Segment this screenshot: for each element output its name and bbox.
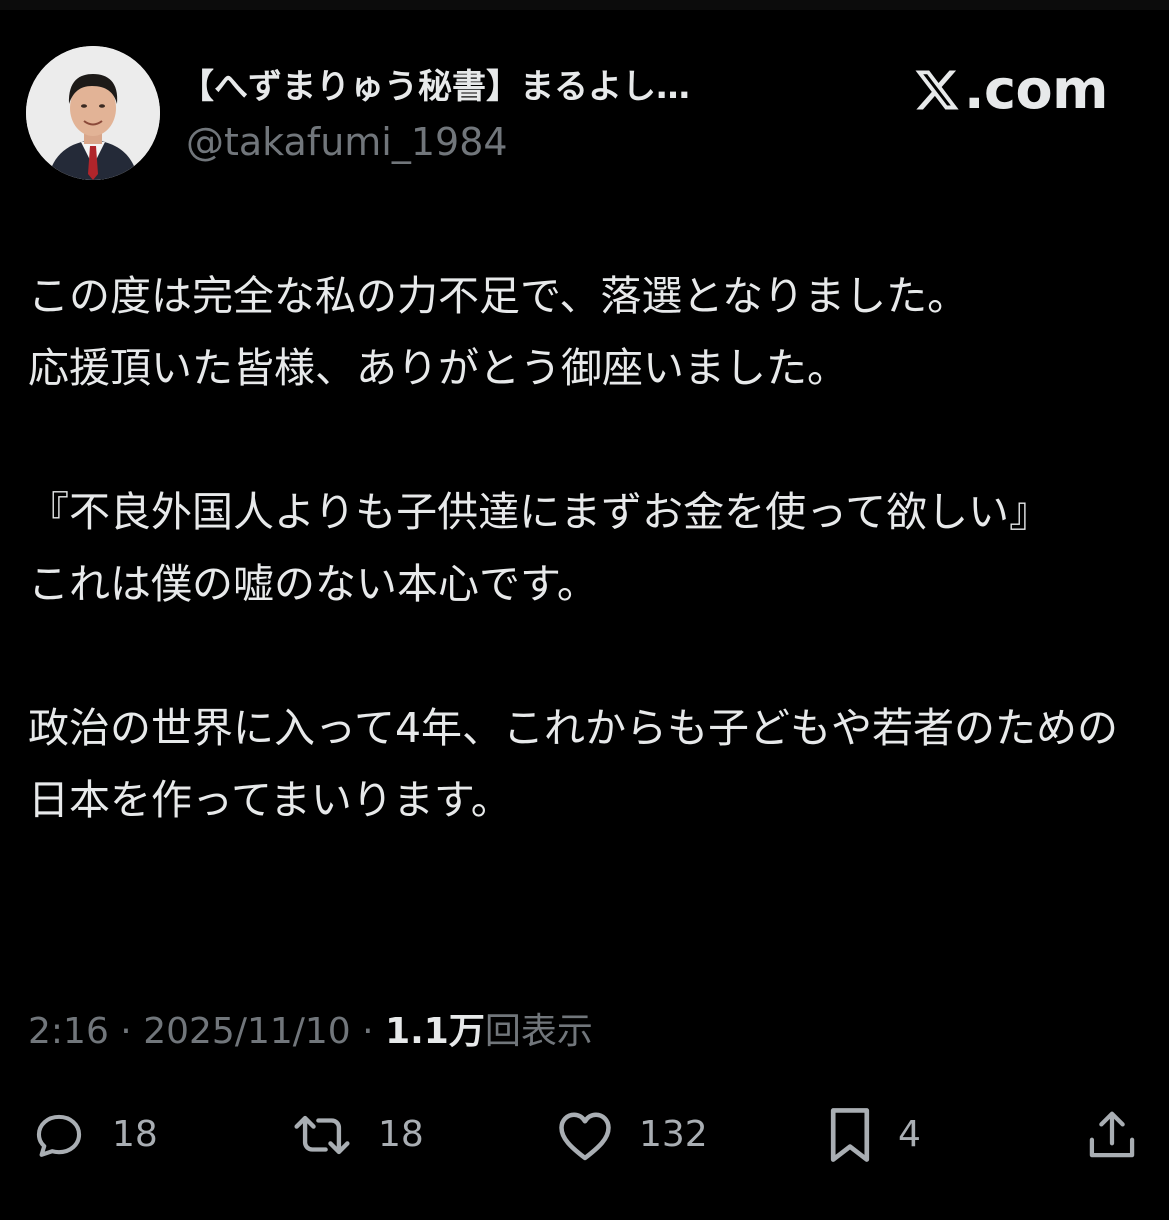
reply-count: 18 bbox=[112, 1114, 158, 1155]
share-button[interactable] bbox=[1086, 1100, 1138, 1170]
meta-separator: · bbox=[120, 1011, 132, 1052]
display-name[interactable]: 【へずまりゅう秘書】まるよし… bbox=[180, 62, 820, 112]
reply-button[interactable]: 18 bbox=[30, 1100, 158, 1170]
tweet-body: この度は完全な私の力不足で、落選となりました。 応援頂いた皆様、ありがとう御座い… bbox=[28, 260, 1143, 836]
avatar-image bbox=[26, 46, 160, 180]
like-button[interactable]: 132 bbox=[555, 1100, 708, 1170]
bookmark-count: 4 bbox=[898, 1114, 921, 1155]
like-count: 132 bbox=[639, 1114, 708, 1155]
tweet-paragraph: 『不良外国人よりも子供達にまずお金を使って欲しい』 これは僕の嘘のない本心です。 bbox=[28, 488, 1051, 608]
avatar[interactable] bbox=[26, 46, 160, 180]
like-icon bbox=[559, 1112, 611, 1161]
top-divider bbox=[0, 0, 1169, 10]
tweet-time[interactable]: 2:16 bbox=[28, 1011, 109, 1052]
views-count: 1.1万 bbox=[385, 1011, 485, 1052]
share-icon bbox=[1089, 1111, 1135, 1158]
action-bar: 18 18 132 4 bbox=[0, 1100, 1169, 1170]
brand-logo: .com bbox=[912, 58, 1108, 122]
repost-count: 18 bbox=[378, 1114, 424, 1155]
user-handle[interactable]: @takafumi_1984 bbox=[186, 118, 508, 166]
reply-icon bbox=[36, 1114, 82, 1157]
views-label: 回表示 bbox=[484, 1011, 593, 1052]
tweet-date[interactable]: 2025/11/10 bbox=[143, 1011, 351, 1052]
brand-text: .com bbox=[964, 58, 1108, 121]
bookmark-button[interactable]: 4 bbox=[826, 1100, 921, 1170]
x-logo-icon bbox=[915, 70, 959, 110]
tweet-meta: 2:16 · 2025/11/10 · 1.1万回表示 bbox=[28, 1006, 593, 1058]
repost-icon bbox=[294, 1115, 350, 1155]
tweet-paragraph: 政治の世界に入って4年、これからも子どもや若者のための日本を作ってまいります。 bbox=[28, 704, 1119, 824]
meta-separator: · bbox=[362, 1011, 374, 1052]
repost-button[interactable]: 18 bbox=[290, 1100, 424, 1170]
tweet-paragraph: この度は完全な私の力不足で、落選となりました。 応援頂いた皆様、ありがとう御座い… bbox=[28, 272, 969, 392]
bookmark-icon bbox=[830, 1108, 870, 1162]
